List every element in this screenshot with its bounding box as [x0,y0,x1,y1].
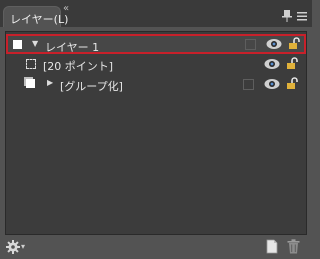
collapse-panel-button[interactable]: « [63,3,69,14]
collapsed-triangle-icon[interactable]: ▶ [47,78,53,87]
tab-layers-label: レイヤー(L) [10,13,69,26]
bottom-toolbar: ▾ [0,236,312,259]
group-thumbnail [26,79,35,88]
layer-name: [グループ化] [60,80,123,93]
new-layer-icon[interactable] [266,239,278,254]
eye-icon[interactable] [264,78,280,90]
unlocked-padlock-icon[interactable] [286,57,299,70]
tab-layers[interactable]: レイヤー(L) [3,6,68,27]
eye-icon[interactable] [266,38,282,50]
eye-icon[interactable] [264,58,280,70]
panel-menu-icon[interactable] [297,11,307,21]
expand-triangle-icon[interactable]: ▼ [32,39,38,48]
gear-icon[interactable] [6,240,20,254]
layer-row-20-points[interactable]: [20 ポイント] [6,54,306,74]
layers-list: ▼ レイヤー 1 [20 ポイント] ▶ [グループ化] [5,31,307,235]
target-box[interactable] [243,79,254,90]
layer-row-layer-1[interactable]: ▼ レイヤー 1 [6,34,306,54]
panel-tab-strip: レイヤー(L) « [0,0,312,27]
unlocked-padlock-icon[interactable] [288,37,301,50]
object-thumbnail [26,59,36,69]
gear-dropdown-caret-icon[interactable]: ▾ [21,242,25,251]
target-box[interactable] [245,39,256,50]
pin-icon[interactable] [282,10,292,22]
layer-thumbnail [13,40,22,49]
layer-name: [20 ポイント] [43,60,114,73]
unlocked-padlock-icon[interactable] [286,77,299,90]
trash-icon[interactable] [287,239,300,254]
layer-row-group[interactable]: ▶ [グループ化] [6,74,306,94]
layer-name: レイヤー 1 [45,41,100,54]
